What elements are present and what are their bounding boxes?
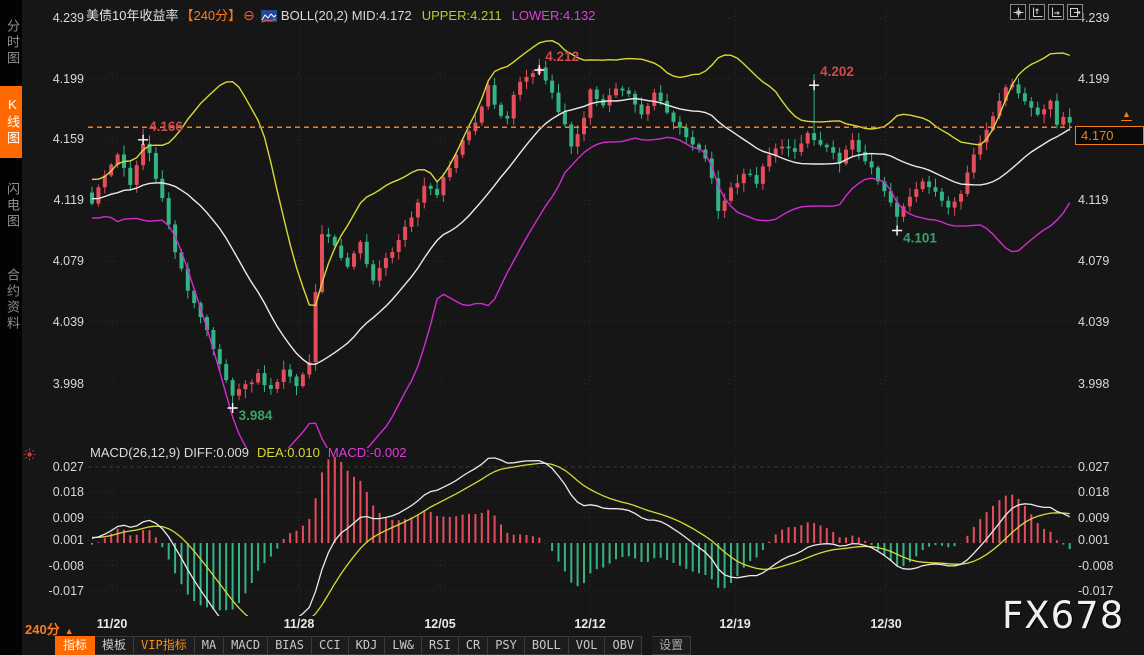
macd-axis-label-right: 0.001 xyxy=(1078,532,1138,548)
x-axis-label: 11/20 xyxy=(80,617,144,631)
price-axis-label-left: 4.039 xyxy=(28,314,84,330)
macd-axis-label-left: 0.027 xyxy=(28,459,84,475)
crosshair-icon[interactable] xyxy=(1010,4,1026,20)
price-annotation: 4.212 xyxy=(545,49,579,64)
boll-upper-label: UPPER:4.211 xyxy=(422,8,502,23)
footer-tab-3[interactable]: VIP指标 xyxy=(134,636,195,655)
dropdown-up-icon: ▲ xyxy=(65,626,74,636)
x-axis-label: 12/05 xyxy=(408,617,472,631)
period-badge: 【240分】 xyxy=(180,8,241,23)
footer-tab-11[interactable]: CR xyxy=(459,636,488,655)
footer-tab-15[interactable]: OBV xyxy=(605,636,642,655)
macd-axis-label-right: 0.009 xyxy=(1078,510,1138,526)
left-sidebar: 分时图 K线图 闪电图 合约资料 xyxy=(0,0,22,655)
price-axis-label-right: 3.998 xyxy=(1078,376,1138,392)
main-candle-chart[interactable]: 4.166 3.984 4.212 4.202 4.101 xyxy=(88,8,1072,448)
footer-tab-13[interactable]: BOLL xyxy=(525,636,569,655)
last-price-box: 4.170 xyxy=(1075,126,1144,145)
macd-header: MACD(26,12,9) DIFF:0.009 DEA:0.010 MACD:-0… xyxy=(90,445,407,460)
fit-horizontal-icon[interactable] xyxy=(1048,4,1064,20)
macd-params-label: MACD(26,12,9) DIFF:0.009 xyxy=(90,445,249,460)
trading-app: 分时图 K线图 闪电图 合约资料 美债10年收益率【240分】⊖ BOLL(20,… xyxy=(0,0,1144,655)
marker-cross-icon xyxy=(534,65,544,75)
footer-tab-12[interactable]: PSY xyxy=(488,636,525,655)
footer-tab-2[interactable]: 模板 xyxy=(95,636,134,655)
macd-axis-label-left: 0.018 xyxy=(28,484,84,500)
sidebar-item-contract-info[interactable]: 合约资料 xyxy=(0,252,22,347)
sidebar-item-timeline[interactable]: 分时图 xyxy=(0,7,22,79)
x-axis-label: 12/30 xyxy=(854,617,918,631)
footer-tab-16[interactable]: 设置 xyxy=(652,636,691,655)
macd-value-label: MACD:-0.002 xyxy=(328,445,407,460)
price-annotation: 4.101 xyxy=(903,231,937,246)
price-axis-label-right: 4.239 xyxy=(1078,10,1138,26)
macd-axis-label-right: -0.008 xyxy=(1078,558,1138,574)
price-arrow-up-icon: ▲ xyxy=(1121,109,1132,121)
macd-axis-label-right: 0.018 xyxy=(1078,484,1138,500)
x-axis-label: 11/28 xyxy=(267,617,331,631)
instrument-title: 美债10年收益率 xyxy=(86,8,178,23)
price-axis-label-left: 4.239 xyxy=(28,10,84,26)
restore-pane-icon[interactable] xyxy=(1067,4,1083,20)
footer-tab-8[interactable]: KDJ xyxy=(349,636,386,655)
collapse-icon[interactable]: ⊖ xyxy=(243,7,255,23)
alert-sun-icon xyxy=(23,448,36,466)
marker-cross-icon xyxy=(809,80,819,90)
price-axis-label-left: 3.998 xyxy=(28,376,84,392)
chart-thumbnail-icon[interactable] xyxy=(261,10,277,22)
footer-tab-14[interactable]: VOL xyxy=(569,636,606,655)
footer-tab-6[interactable]: BIAS xyxy=(268,636,312,655)
footer-tab-1[interactable]: 指标 xyxy=(55,636,95,655)
marker-cross-icon xyxy=(892,226,902,236)
chart-toolbar xyxy=(1010,4,1083,20)
macd-dea-label: DEA:0.010 xyxy=(257,445,320,460)
x-axis-label: 12/12 xyxy=(558,617,622,631)
price-annotation: 4.202 xyxy=(820,64,854,79)
footer-tab-5[interactable]: MACD xyxy=(224,636,268,655)
macd-axis-label-left: 0.001 xyxy=(28,532,84,548)
price-axis-label-right: 4.039 xyxy=(1078,314,1138,330)
boll-mid-label: BOLL(20,2) MID:4.172 xyxy=(281,8,412,23)
boll-lower-label: LOWER:4.132 xyxy=(512,8,596,23)
price-axis-label-right: 4.199 xyxy=(1078,71,1138,87)
macd-axis-label-left: 0.009 xyxy=(28,510,84,526)
sidebar-item-flash[interactable]: 闪电图 xyxy=(0,170,22,242)
price-axis-label-right: 4.119 xyxy=(1078,192,1138,208)
fit-vertical-icon[interactable] xyxy=(1029,4,1045,20)
price-axis-label-left: 4.199 xyxy=(28,71,84,87)
macd-axis-label-left: -0.008 xyxy=(28,558,84,574)
macd-indicator-chart[interactable] xyxy=(88,456,1072,616)
price-annotation: 4.166 xyxy=(149,119,183,134)
footer-tab-4[interactable]: MA xyxy=(195,636,224,655)
watermark: FX678 xyxy=(1002,594,1124,637)
marker-cross-icon xyxy=(138,135,148,145)
footer-tab-9[interactable]: LW& xyxy=(385,636,422,655)
chart-header: 美债10年收益率【240分】⊖ BOLL(20,2) MID:4.172 UPPER… xyxy=(86,6,596,23)
price-axis-label-left: 4.159 xyxy=(28,131,84,147)
footer-tab-10[interactable]: RSI xyxy=(422,636,459,655)
macd-axis-label-right: 0.027 xyxy=(1078,459,1138,475)
sidebar-item-kline[interactable]: K线图 xyxy=(0,86,22,158)
price-axis-label-right: 4.079 xyxy=(1078,253,1138,269)
indicator-tabbar: 指标模板VIP指标MAMACDBIASCCIKDJLW&RSICRPSYBOLL… xyxy=(55,636,691,655)
x-axis-label: 12/19 xyxy=(703,617,767,631)
price-axis-label-left: 4.119 xyxy=(28,192,84,208)
price-annotation: 3.984 xyxy=(239,408,273,423)
price-axis-label-left: 4.079 xyxy=(28,253,84,269)
macd-axis-label-left: -0.017 xyxy=(28,583,84,599)
footer-tab-7[interactable]: CCI xyxy=(312,636,349,655)
